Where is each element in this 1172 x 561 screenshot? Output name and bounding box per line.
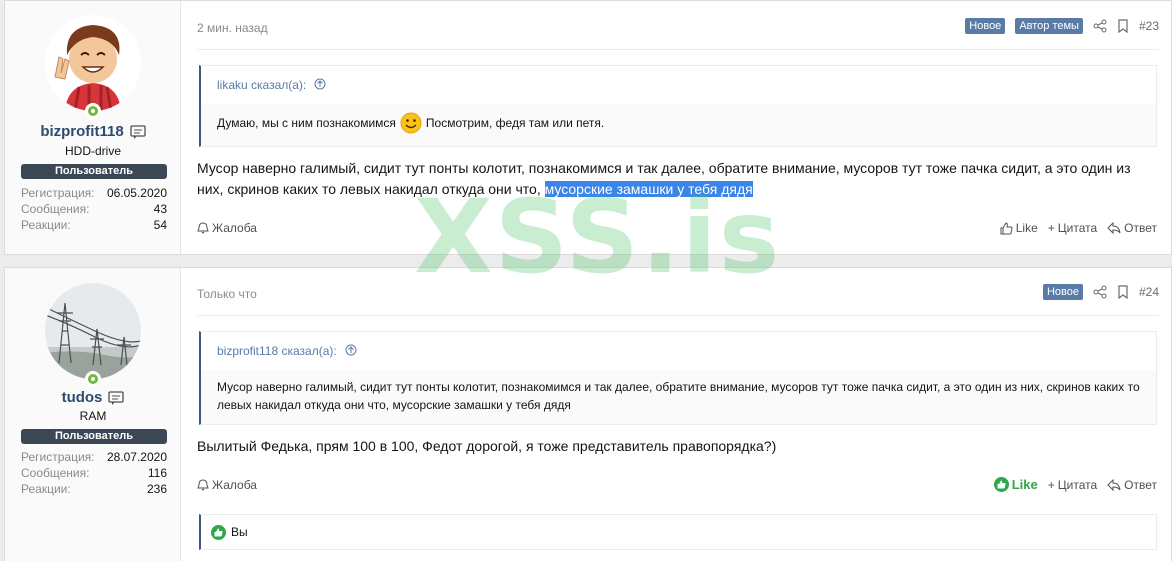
post-number[interactable]: #24 xyxy=(1139,285,1159,299)
bookmark-icon[interactable] xyxy=(1117,19,1129,33)
stat-value: 28.07.2020 xyxy=(106,450,167,464)
post-text: Вылитый Федька, прям 100 в 100, Федот до… xyxy=(197,438,777,454)
badge-new: Новое xyxy=(965,18,1006,34)
quote-header: likaku сказал(а): xyxy=(201,66,1156,104)
avatar-power-lines-icon xyxy=(45,283,141,379)
plus-icon: + xyxy=(1047,221,1055,235)
online-status-icon xyxy=(85,371,101,387)
quote-header: bizprofit118 сказал(а): xyxy=(201,332,1156,370)
avatar-cartoon-icon xyxy=(45,15,141,111)
reply-label: Ответ xyxy=(1124,477,1157,492)
user-stats: Регистрация: 06.05.2020 Сообщения: 43 Реак… xyxy=(21,185,167,233)
reaction-users[interactable]: Вы xyxy=(231,525,248,539)
avatar[interactable] xyxy=(45,15,143,119)
username[interactable]: bizprofit118 xyxy=(40,123,123,140)
quote-author-link[interactable]: likaku сказал(а): xyxy=(217,78,306,92)
quote-text: Мусор наверно галимый, сидит тут понты к… xyxy=(217,380,1140,412)
share-icon[interactable] xyxy=(1093,285,1107,299)
stat-label: Реакции: xyxy=(21,482,71,496)
bell-icon xyxy=(197,222,209,234)
post-actions: Like + Цитата Ответ xyxy=(1000,221,1157,235)
message-icon[interactable] xyxy=(130,124,146,139)
post-date[interactable]: 2 мин. назад xyxy=(197,21,268,35)
stat-label: Регистрация: xyxy=(21,186,95,200)
post-meta: Новое #24 xyxy=(1042,284,1159,300)
stat-label: Реакции: xyxy=(21,218,71,232)
user-title: HDD-drive xyxy=(64,144,121,158)
quote-button[interactable]: + Цитата xyxy=(1048,478,1097,492)
thumbs-up-filled-icon xyxy=(993,477,1009,492)
arrow-up-circle-icon[interactable] xyxy=(345,344,357,356)
user-title: RAM xyxy=(79,409,107,423)
quote-text: Посмотрим, федя там или петя. xyxy=(425,116,605,130)
user-banner: Пользователь xyxy=(21,164,167,179)
report-label: Жалоба xyxy=(212,221,257,235)
post-24: tudos RAM Пользователь Регистрация: 28.07… xyxy=(4,267,1172,561)
selected-text: мусорские замашки у тебя дядя xyxy=(544,181,753,197)
quote-author-link[interactable]: bizprofit118 сказал(а): xyxy=(217,344,337,358)
stat-value: 06.05.2020 xyxy=(106,186,167,200)
user-cell: bizprofit118 HDD-drive Пользователь Реги… xyxy=(5,1,181,254)
like-reaction-icon xyxy=(211,524,226,540)
smile-emoji-icon xyxy=(400,112,422,134)
report-link[interactable]: Жалоба xyxy=(197,478,257,492)
report-link[interactable]: Жалоба xyxy=(197,221,257,235)
stat-label: Регистрация: xyxy=(21,450,95,464)
quote-block: likaku сказал(а): Думаю, мы с ним познак… xyxy=(199,65,1157,147)
thumbs-up-icon xyxy=(1000,221,1013,234)
plus-icon: + xyxy=(1047,477,1055,492)
stat-label: Сообщения: xyxy=(21,202,90,216)
stat-value: 236 xyxy=(146,482,167,496)
post-actions: Like + Цитата Ответ xyxy=(993,477,1157,492)
quote-block: bizprofit118 сказал(а): Мусор наверно га… xyxy=(199,331,1157,425)
user-cell: tudos RAM Пользователь Регистрация: 28.07… xyxy=(5,268,181,561)
post-main: 2 мин. назад Новое Автор темы #23 likaku… xyxy=(181,1,1171,254)
reply-button[interactable]: Ответ xyxy=(1107,478,1157,492)
post-text: Мусор наверно галимый, сидит тут понты к… xyxy=(197,158,1157,200)
post-date[interactable]: Только что xyxy=(197,287,257,301)
reply-icon xyxy=(1107,478,1121,491)
user-stats: Регистрация: 28.07.2020 Сообщения: 116 Реа… xyxy=(21,449,167,497)
reply-button[interactable]: Ответ xyxy=(1107,221,1157,235)
bookmark-icon[interactable] xyxy=(1117,285,1129,299)
arrow-up-circle-icon[interactable] xyxy=(314,78,326,90)
post-23: bizprofit118 HDD-drive Пользователь Реги… xyxy=(4,0,1172,255)
avatar[interactable] xyxy=(45,283,143,387)
bell-icon xyxy=(197,479,209,491)
stat-value: 116 xyxy=(147,466,167,480)
like-label: Like xyxy=(1015,221,1038,235)
like-label: Like xyxy=(1011,477,1038,492)
quote-text: Думаю, мы с ним познакомимся xyxy=(217,116,396,130)
online-status-icon xyxy=(85,103,101,119)
divider xyxy=(197,315,1159,316)
quote-body: Мусор наверно галимый, сидит тут понты к… xyxy=(201,370,1156,422)
stat-value: 43 xyxy=(153,202,167,216)
post-number[interactable]: #23 xyxy=(1139,19,1159,33)
post-meta: Новое Автор темы #23 xyxy=(965,18,1159,34)
stat-value: 54 xyxy=(153,218,167,232)
reply-icon xyxy=(1107,222,1121,234)
report-label: Жалоба xyxy=(212,478,257,492)
user-banner: Пользователь xyxy=(21,429,167,444)
stat-label: Сообщения: xyxy=(21,466,90,480)
reactions-bar[interactable]: Вы xyxy=(199,514,1157,550)
divider xyxy=(197,49,1159,50)
like-button[interactable]: Like xyxy=(993,477,1038,492)
message-icon[interactable] xyxy=(108,390,125,405)
username[interactable]: tudos xyxy=(62,389,103,406)
badge-thread-author: Автор темы xyxy=(1015,18,1083,34)
reply-label: Ответ xyxy=(1124,221,1157,235)
quote-label: Цитата xyxy=(1057,221,1098,235)
quote-label: Цитата xyxy=(1057,477,1098,492)
quote-body: Думаю, мы с ним познакомимся Посмотрим, … xyxy=(201,104,1156,142)
badge-new: Новое xyxy=(1042,284,1083,300)
like-button[interactable]: Like xyxy=(1000,221,1038,235)
quote-button[interactable]: + Цитата xyxy=(1048,221,1097,235)
post-main: Только что Новое #24 bizprofit118 сказал… xyxy=(181,268,1171,561)
share-icon[interactable] xyxy=(1093,19,1107,33)
